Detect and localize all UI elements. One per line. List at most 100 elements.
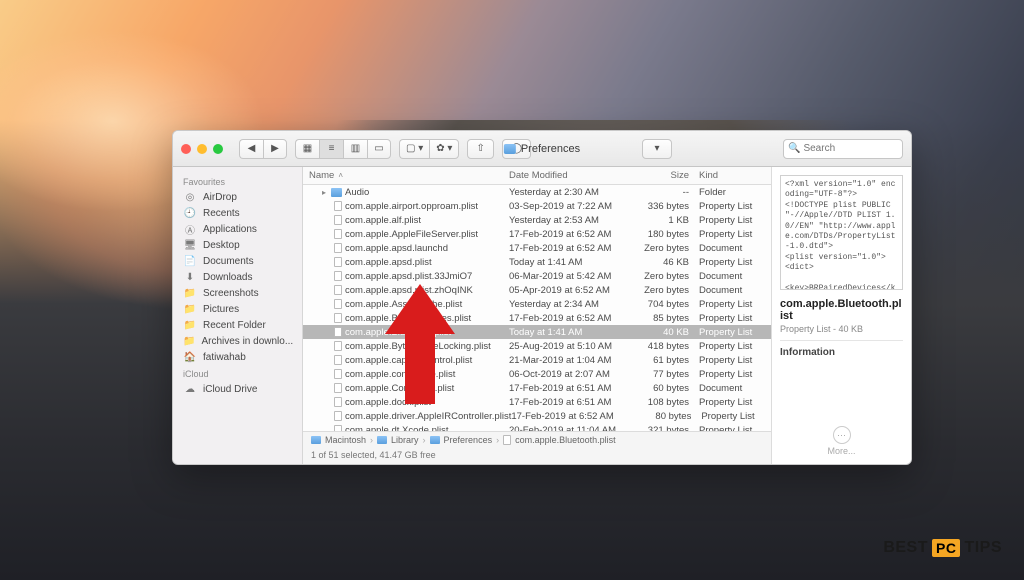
- main-pane: Name ˄ Date Modified Size Kind ▸AudioYes…: [303, 167, 771, 464]
- sidebar-item-label: Screenshots: [203, 288, 259, 299]
- col-name[interactable]: Name ˄: [309, 170, 509, 181]
- search-input[interactable]: [803, 143, 898, 154]
- col-kind[interactable]: Kind: [699, 170, 759, 181]
- path-item[interactable]: Library: [391, 435, 419, 445]
- sidebar-item[interactable]: ⒶApplications: [173, 221, 302, 237]
- arrange-segment: ▢ ▾ ✿ ▾: [399, 139, 459, 159]
- table-row[interactable]: com.apple.airport.opproam.plist03-Sep-20…: [303, 199, 771, 213]
- finder-window: ◀ ▶ ▦ ≡ ▥ ▭ ▢ ▾ ✿ ▾ ⇧ ◯ Preferences ▾ 🔍 …: [172, 130, 912, 465]
- file-name: com.apple.commerce.plist: [345, 369, 455, 380]
- table-row[interactable]: com.apple.AssetCache.plistYesterday at 2…: [303, 297, 771, 311]
- table-row[interactable]: com.apple.captive.control.plist21-Mar-20…: [303, 353, 771, 367]
- file-kind: Property List: [701, 411, 761, 422]
- path-item[interactable]: com.apple.Bluetooth.plist: [515, 435, 616, 445]
- folder-icon: [377, 436, 387, 444]
- sidebar-item[interactable]: ◎ AirDrop: [173, 189, 302, 205]
- forward-button[interactable]: ▶: [263, 139, 287, 159]
- file-size: 108 bytes: [639, 397, 699, 408]
- col-size[interactable]: Size: [639, 170, 699, 181]
- desktop-icon: 🖥: [183, 239, 197, 251]
- sidebar-item-label: Recent Folder: [203, 320, 266, 331]
- file-size: 60 bytes: [639, 383, 699, 394]
- file-date: 17-Feb-2019 at 6:51 AM: [509, 383, 639, 394]
- path-item[interactable]: Preferences: [444, 435, 493, 445]
- file-kind: Document: [699, 271, 759, 282]
- col-date[interactable]: Date Modified: [509, 170, 639, 181]
- document-icon: [334, 229, 342, 239]
- sidebar-item[interactable]: 📁 Recent Folder: [173, 317, 302, 333]
- sidebar-item[interactable]: 🕘Recents: [173, 205, 302, 221]
- table-row[interactable]: com.apple.apsd.plist.zhOqINK05-Apr-2019 …: [303, 283, 771, 297]
- table-row[interactable]: com.apple.apsd.plistToday at 1:41 AM46 K…: [303, 255, 771, 269]
- file-kind: Document: [699, 243, 759, 254]
- preview-pane: <?xml version="1.0" encoding="UTF-8"?> <…: [771, 167, 911, 464]
- path-item[interactable]: Macintosh: [325, 435, 366, 445]
- view-list-button[interactable]: ≡: [319, 139, 343, 159]
- arrange-button[interactable]: ▢ ▾: [399, 139, 429, 159]
- sidebar-section-favourites: Favourites: [173, 173, 302, 189]
- dropdown-button[interactable]: ▾: [642, 139, 672, 159]
- nav-arrows: ◀ ▶: [239, 139, 287, 159]
- view-column-button[interactable]: ▥: [343, 139, 367, 159]
- table-row[interactable]: com.apple.dock.plist17-Feb-2019 at 6:51 …: [303, 395, 771, 409]
- file-name: com.apple.alf.plist: [345, 215, 421, 226]
- file-kind: Property List: [699, 327, 759, 338]
- sidebar-item-label: AirDrop: [203, 192, 237, 203]
- file-size: 1 KB: [639, 215, 699, 226]
- sidebar-item[interactable]: ⬇Downloads: [173, 269, 302, 285]
- back-button[interactable]: ◀: [239, 139, 263, 159]
- file-list[interactable]: ▸AudioYesterday at 2:30 AM--Foldercom.ap…: [303, 185, 771, 431]
- status-bar: 1 of 51 selected, 41.47 GB free: [303, 448, 771, 464]
- download-icon: ⬇: [183, 271, 197, 283]
- file-size: 40 KB: [639, 327, 699, 338]
- document-icon: [334, 299, 342, 309]
- sidebar-item[interactable]: 🏠fatiwahab: [173, 349, 302, 365]
- sidebar-item[interactable]: 🖥Desktop: [173, 237, 302, 253]
- sidebar-item[interactable]: 📁Screenshots: [173, 285, 302, 301]
- maximize-button[interactable]: [213, 144, 223, 154]
- preview-more[interactable]: ⋯ More...: [780, 426, 903, 456]
- table-row[interactable]: com.apple.dt.Xcode.plist20-Feb-2019 at 1…: [303, 423, 771, 431]
- document-icon: [334, 285, 342, 295]
- path-bar[interactable]: Macintosh›Library›Preferences›com.apple.…: [303, 431, 771, 448]
- more-icon: ⋯: [833, 426, 851, 444]
- close-button[interactable]: [181, 144, 191, 154]
- document-icon: [503, 435, 511, 445]
- sidebar-item[interactable]: 📁Archives in downlo...: [173, 333, 302, 349]
- table-row[interactable]: com.apple.Bluetooth.plistToday at 1:41 A…: [303, 325, 771, 339]
- view-gallery-button[interactable]: ▭: [367, 139, 391, 159]
- file-name: Audio: [345, 187, 369, 198]
- table-row[interactable]: com.apple.alf.plistYesterday at 2:53 AM1…: [303, 213, 771, 227]
- minimize-button[interactable]: [197, 144, 207, 154]
- sidebar-item-label: Pictures: [203, 304, 239, 315]
- table-row[interactable]: com.apple.ByteRangeLocking.plist25-Aug-2…: [303, 339, 771, 353]
- table-row[interactable]: com.apple.commerce.plist06-Oct-2019 at 2…: [303, 367, 771, 381]
- file-date: 21-Mar-2019 at 1:04 AM: [509, 355, 639, 366]
- folder-icon: 📁: [183, 335, 195, 347]
- view-icon-button[interactable]: ▦: [295, 139, 319, 159]
- table-row[interactable]: com.apple.driver.AppleIRController.plist…: [303, 409, 771, 423]
- search-field[interactable]: 🔍: [783, 139, 903, 159]
- table-row[interactable]: ▸AudioYesterday at 2:30 AM--Folder: [303, 185, 771, 199]
- file-kind: Property List: [699, 341, 759, 352]
- table-row[interactable]: com.apple.BezelServices.plist17-Feb-2019…: [303, 311, 771, 325]
- file-size: 61 bytes: [639, 355, 699, 366]
- table-row[interactable]: com.apple.apsd.plist.33JmiO706-Mar-2019 …: [303, 269, 771, 283]
- sidebar-item[interactable]: 📄Documents: [173, 253, 302, 269]
- table-row[interactable]: com.apple.AppleFileServer.plist17-Feb-20…: [303, 227, 771, 241]
- document-icon: [334, 271, 342, 281]
- file-name: com.apple.AppleFileServer.plist: [345, 229, 478, 240]
- radar-icon: ◎: [183, 191, 197, 203]
- file-kind: Folder: [699, 187, 759, 198]
- document-icon: [334, 243, 342, 253]
- folder-icon: 📁: [183, 319, 197, 331]
- sidebar-item[interactable]: 📁Pictures: [173, 301, 302, 317]
- document-icon: [334, 341, 342, 351]
- table-row[interactable]: com.apple.apsd.launchd17-Feb-2019 at 6:5…: [303, 241, 771, 255]
- sidebar-item[interactable]: ☁iCloud Drive: [173, 381, 302, 397]
- file-size: 80 bytes: [641, 411, 701, 422]
- watermark: BEST PC TIPS: [883, 539, 1002, 557]
- table-row[interactable]: com.apple.CoreRAID.plist17-Feb-2019 at 6…: [303, 381, 771, 395]
- share-button[interactable]: ⇧: [467, 139, 493, 159]
- action-button[interactable]: ✿ ▾: [429, 139, 459, 159]
